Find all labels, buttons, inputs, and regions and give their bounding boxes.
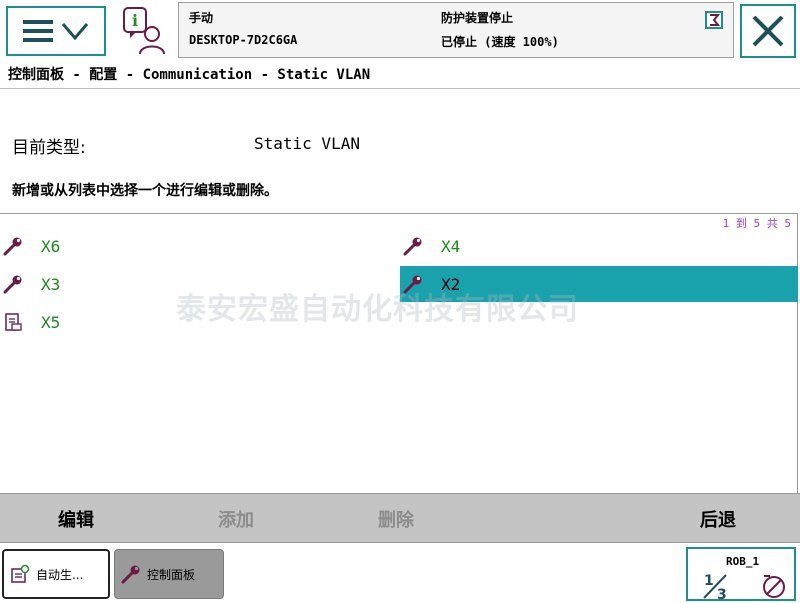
controller-hostname: DESKTOP-7D2C6GA bbox=[189, 33, 298, 47]
status-flag-icon bbox=[705, 11, 723, 29]
run-state: 已停止 (速度 100%) bbox=[441, 35, 559, 49]
production-window-icon bbox=[11, 564, 30, 583]
taskbar-app-control-panel[interactable]: 控制面板 bbox=[114, 549, 224, 599]
vlan-list: 1 到 5 共 5 X6 X4 X3 X2 X5 bbox=[0, 213, 798, 493]
wrench-icon bbox=[403, 237, 422, 256]
status-panel[interactable]: 手动 DESKTOP-7D2C6GA 防护装置停止 已停止 (速度 100%) bbox=[178, 2, 734, 58]
config-file-icon bbox=[5, 313, 22, 331]
list-item-x3[interactable]: X3 bbox=[0, 266, 398, 302]
event-log-info-icon[interactable]: i bbox=[120, 6, 168, 56]
list-item-label: X2 bbox=[441, 274, 461, 294]
list-item-x5[interactable]: X5 bbox=[0, 304, 398, 340]
svg-text:3: 3 bbox=[717, 587, 727, 601]
list-item-label: X5 bbox=[41, 312, 61, 332]
list-item-label: X3 bbox=[41, 274, 61, 294]
wrench-icon bbox=[3, 237, 22, 256]
current-type-value: Static VLAN bbox=[254, 134, 360, 153]
instruction-text: 新增或从列表中选择一个进行编辑或删除。 bbox=[12, 183, 278, 199]
hamburger-icon bbox=[23, 20, 53, 42]
back-button[interactable]: 后退 bbox=[700, 506, 736, 532]
wrench-icon bbox=[403, 275, 422, 294]
close-icon bbox=[752, 15, 784, 47]
taskbar: 自动生... 控制面板 ROB_1 1 3 bbox=[0, 545, 800, 603]
guard-status: 防护装置停止 bbox=[441, 11, 514, 25]
quickset-robot-button[interactable]: ROB_1 1 3 bbox=[686, 547, 796, 601]
main-menu-button[interactable] bbox=[6, 6, 106, 56]
add-button[interactable]: 添加 bbox=[218, 506, 254, 532]
top-bar: i 手动 DESKTOP-7D2C6GA 防护装置停止 已停止 (速度 100%… bbox=[0, 0, 800, 62]
close-button[interactable] bbox=[740, 4, 796, 58]
wrench-icon bbox=[121, 565, 140, 584]
taskbar-app-label: 自动生... bbox=[36, 567, 84, 582]
chevron-down-icon bbox=[61, 23, 89, 41]
edit-button[interactable]: 编辑 bbox=[58, 506, 94, 532]
list-item-label: X6 bbox=[41, 236, 61, 256]
header-divider bbox=[0, 88, 800, 89]
breadcrumb: 控制面板 - 配置 - Communication - Static VLAN bbox=[8, 67, 371, 83]
list-item-x6[interactable]: X6 bbox=[0, 228, 398, 264]
svg-text:i: i bbox=[132, 11, 138, 30]
delete-button[interactable]: 删除 bbox=[378, 506, 414, 532]
robot-name: ROB_1 bbox=[726, 555, 760, 568]
list-item-x4[interactable]: X4 bbox=[400, 228, 798, 264]
taskbar-app-production-window[interactable]: 自动生... bbox=[2, 549, 110, 599]
list-item-label: X4 bbox=[441, 236, 461, 256]
action-bar: 编辑 添加 删除 后退 bbox=[0, 493, 800, 543]
svg-text:1: 1 bbox=[704, 573, 714, 589]
operating-mode: 手动 bbox=[189, 11, 214, 25]
wrench-icon bbox=[3, 275, 22, 294]
list-item-x2[interactable]: X2 bbox=[400, 266, 798, 302]
robot-increment-icon bbox=[763, 575, 785, 598]
current-type-label: 目前类型: bbox=[12, 138, 86, 158]
taskbar-app-label: 控制面板 bbox=[147, 567, 196, 582]
fraction-one-third-icon: 1 3 bbox=[703, 573, 727, 601]
